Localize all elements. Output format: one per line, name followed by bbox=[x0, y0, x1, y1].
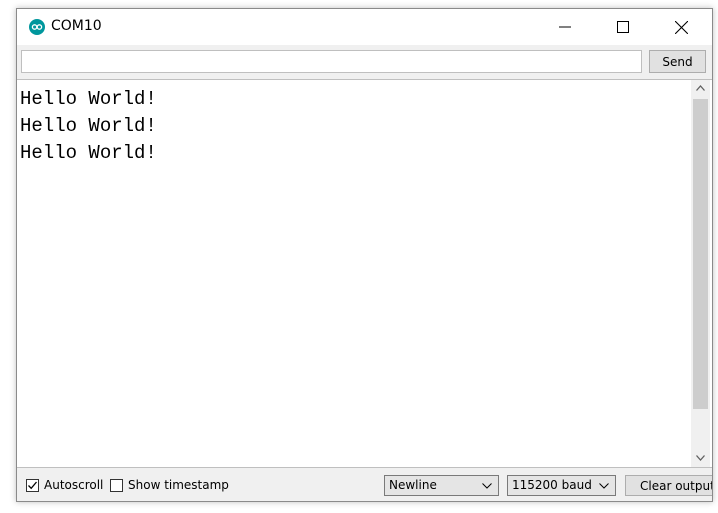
chevron-down-icon bbox=[599, 483, 609, 489]
close-button[interactable] bbox=[658, 9, 704, 45]
scroll-up-button[interactable] bbox=[691, 80, 710, 97]
output-text: Hello World! Hello World! Hello World! bbox=[20, 86, 680, 167]
chevron-down-icon bbox=[696, 455, 705, 461]
autoscroll-checkbox-box[interactable] bbox=[26, 478, 39, 492]
show-timestamp-checkbox-box[interactable] bbox=[110, 478, 123, 492]
output-line: Hello World! bbox=[20, 88, 157, 110]
arduino-icon bbox=[29, 19, 45, 35]
show-timestamp-checkbox[interactable]: Show timestamp bbox=[110, 477, 229, 493]
output-line: Hello World! bbox=[20, 115, 157, 137]
line-ending-select[interactable]: Newline bbox=[384, 475, 499, 496]
minimize-icon bbox=[559, 26, 571, 28]
maximize-icon bbox=[617, 21, 629, 33]
chevron-up-icon bbox=[696, 85, 705, 91]
clear-output-button[interactable]: Clear output bbox=[625, 475, 712, 496]
scroll-down-button[interactable] bbox=[691, 450, 710, 467]
send-button[interactable]: Send bbox=[649, 50, 706, 73]
baud-rate-select[interactable]: 115200 baud bbox=[507, 475, 616, 496]
send-row: Send bbox=[17, 45, 712, 79]
serial-output[interactable]: Hello World! Hello World! Hello World! bbox=[17, 79, 712, 468]
serial-monitor-window: COM10 Send Hello World! Hello World! Hel… bbox=[16, 8, 713, 502]
title-bar[interactable]: COM10 bbox=[17, 9, 712, 45]
minimize-button[interactable] bbox=[542, 9, 588, 45]
checkmark-icon bbox=[28, 481, 37, 489]
send-input[interactable] bbox=[21, 50, 642, 73]
window-title: COM10 bbox=[51, 18, 102, 34]
chevron-down-icon bbox=[482, 483, 492, 489]
close-icon bbox=[675, 21, 688, 34]
vertical-scrollbar[interactable] bbox=[691, 80, 710, 467]
output-line: Hello World! bbox=[20, 142, 157, 164]
baud-rate-value: 115200 baud bbox=[512, 478, 592, 492]
line-ending-value: Newline bbox=[389, 478, 437, 492]
scrollbar-thumb[interactable] bbox=[693, 99, 708, 409]
status-bar: Autoscroll Show timestamp Newline 115200… bbox=[17, 468, 712, 501]
autoscroll-label: Autoscroll bbox=[44, 478, 104, 492]
autoscroll-checkbox[interactable]: Autoscroll bbox=[26, 477, 103, 493]
show-timestamp-label: Show timestamp bbox=[128, 478, 229, 492]
maximize-button[interactable] bbox=[600, 9, 646, 45]
